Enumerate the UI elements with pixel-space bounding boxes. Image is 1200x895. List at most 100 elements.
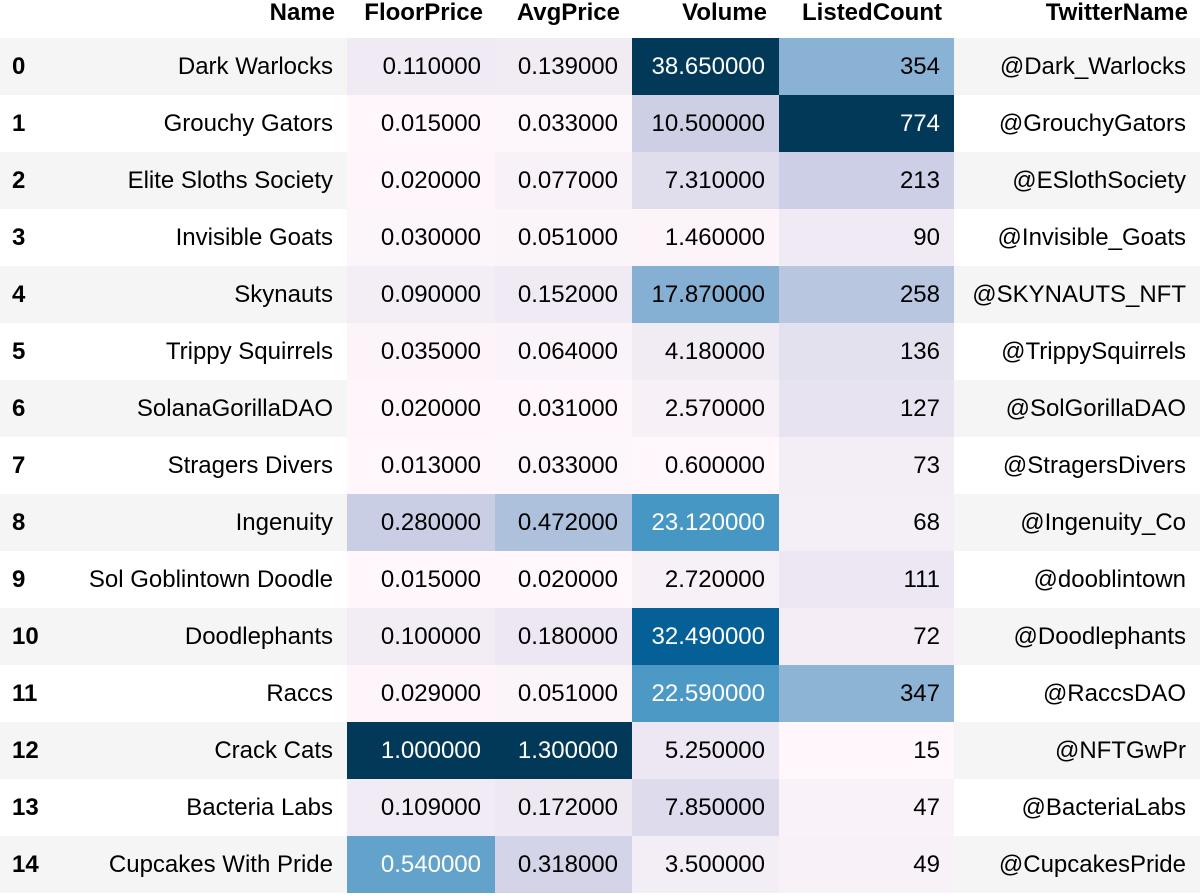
table-row: 9 Sol Goblintown Doodle 0.015000 0.020000 2.… bbox=[0, 551, 1200, 608]
table-body: 0 Dark Warlocks 0.110000 0.139000 38.650000 3… bbox=[0, 38, 1200, 893]
name-cell: Doodlephants bbox=[184, 622, 333, 650]
table-row: 13 Bacteria Labs 0.109000 0.172000 7.850000 4… bbox=[0, 779, 1200, 836]
row-index: 14 bbox=[12, 850, 39, 878]
volume-cell: 32.490000 bbox=[632, 608, 779, 665]
table-row: 6 SolanaGorillaDAO 0.020000 0.031000 2.57000… bbox=[0, 380, 1200, 437]
volume-cell: 2.570000 bbox=[632, 380, 779, 437]
twittername-cell: @Ingenuity_Co bbox=[1020, 508, 1186, 536]
avgprice-cell: 0.033000 bbox=[495, 95, 632, 152]
avgprice-cell: 0.180000 bbox=[495, 608, 632, 665]
row-index: 12 bbox=[12, 736, 39, 764]
floorprice-cell: 0.020000 bbox=[347, 380, 495, 437]
twittername-cell: @GrouchyGators bbox=[998, 109, 1186, 137]
row-index: 2 bbox=[12, 166, 26, 194]
twittername-cell: @Invisible_Goats bbox=[997, 223, 1186, 251]
row-index: 8 bbox=[12, 508, 26, 536]
header-index-blank bbox=[0, 0, 57, 38]
avgprice-cell: 0.152000 bbox=[495, 266, 632, 323]
floorprice-cell: 0.020000 bbox=[347, 152, 495, 209]
listedcount-cell: 136 bbox=[779, 323, 954, 380]
floorprice-cell: 0.030000 bbox=[347, 209, 495, 266]
name-cell: Elite Sloths Society bbox=[127, 166, 333, 194]
avgprice-cell: 0.020000 bbox=[495, 551, 632, 608]
twittername-cell: @Dark_Warlocks bbox=[999, 52, 1186, 80]
table-row: 5 Trippy Squirrels 0.035000 0.064000 4.18000… bbox=[0, 323, 1200, 380]
floorprice-cell: 0.090000 bbox=[347, 266, 495, 323]
table-row: 4 Skynauts 0.090000 0.152000 17.870000 258 @SK… bbox=[0, 266, 1200, 323]
volume-cell: 1.460000 bbox=[632, 209, 779, 266]
header-twittername: TwitterName bbox=[954, 0, 1200, 38]
avgprice-cell: 0.172000 bbox=[495, 779, 632, 836]
table-row: 12 Crack Cats 1.000000 1.300000 5.250000 15 @N… bbox=[0, 722, 1200, 779]
table-header: Name FloorPrice AvgPrice Volume ListedCo… bbox=[0, 0, 1200, 38]
floorprice-cell: 0.280000 bbox=[347, 494, 495, 551]
avgprice-cell: 0.139000 bbox=[495, 38, 632, 95]
avgprice-cell: 0.472000 bbox=[495, 494, 632, 551]
data-table: Name FloorPrice AvgPrice Volume ListedCo… bbox=[0, 0, 1200, 893]
table-row: 1 Grouchy Gators 0.015000 0.033000 10.500000… bbox=[0, 95, 1200, 152]
avgprice-cell: 0.033000 bbox=[495, 437, 632, 494]
listedcount-cell: 774 bbox=[779, 95, 954, 152]
row-index: 6 bbox=[12, 394, 26, 422]
listedcount-cell: 68 bbox=[779, 494, 954, 551]
avgprice-cell: 0.051000 bbox=[495, 209, 632, 266]
header-avgprice: AvgPrice bbox=[495, 0, 632, 38]
volume-cell: 38.650000 bbox=[632, 38, 779, 95]
row-index: 11 bbox=[12, 679, 38, 707]
table-row: 10 Doodlephants 0.100000 0.180000 32.490000 7… bbox=[0, 608, 1200, 665]
twittername-cell: @NFTGwPr bbox=[1054, 736, 1186, 764]
twittername-cell: @SKYNAUTS_NFT bbox=[972, 280, 1186, 308]
name-cell: SolanaGorillaDAO bbox=[136, 394, 333, 422]
name-cell: Invisible Goats bbox=[175, 223, 333, 251]
floorprice-cell: 0.015000 bbox=[347, 551, 495, 608]
twittername-cell: @CupcakesPride bbox=[998, 850, 1186, 878]
floorprice-cell: 0.100000 bbox=[347, 608, 495, 665]
name-cell: Crack Cats bbox=[214, 736, 333, 764]
listedcount-cell: 73 bbox=[779, 437, 954, 494]
volume-cell: 0.600000 bbox=[632, 437, 779, 494]
avgprice-cell: 0.318000 bbox=[495, 836, 632, 893]
avgprice-cell: 0.064000 bbox=[495, 323, 632, 380]
row-index: 7 bbox=[12, 451, 26, 479]
listedcount-cell: 258 bbox=[779, 266, 954, 323]
name-cell: Stragers Divers bbox=[167, 451, 333, 479]
floorprice-cell: 0.013000 bbox=[347, 437, 495, 494]
row-index: 4 bbox=[12, 280, 26, 308]
name-cell: Cupcakes With Pride bbox=[108, 850, 333, 878]
name-cell: Dark Warlocks bbox=[177, 52, 333, 80]
twittername-cell: @SolGorillaDAO bbox=[1005, 394, 1186, 422]
floorprice-cell: 0.540000 bbox=[347, 836, 495, 893]
listedcount-cell: 111 bbox=[779, 551, 954, 608]
name-cell: Sol Goblintown Doodle bbox=[88, 565, 333, 593]
volume-cell: 4.180000 bbox=[632, 323, 779, 380]
name-cell: Bacteria Labs bbox=[186, 793, 333, 821]
listedcount-cell: 15 bbox=[779, 722, 954, 779]
listedcount-cell: 213 bbox=[779, 152, 954, 209]
twittername-cell: @BacteriaLabs bbox=[1021, 793, 1186, 821]
listedcount-cell: 347 bbox=[779, 665, 954, 722]
twittername-cell: @Doodlephants bbox=[1013, 622, 1186, 650]
header-name: Name bbox=[57, 0, 347, 38]
listedcount-cell: 90 bbox=[779, 209, 954, 266]
avgprice-cell: 1.300000 bbox=[495, 722, 632, 779]
floorprice-cell: 0.035000 bbox=[347, 323, 495, 380]
row-index: 0 bbox=[12, 52, 26, 80]
volume-cell: 17.870000 bbox=[632, 266, 779, 323]
twittername-cell: @ESlothSociety bbox=[1012, 166, 1186, 194]
row-index: 1 bbox=[12, 109, 26, 137]
header-floorprice: FloorPrice bbox=[347, 0, 495, 38]
volume-cell: 7.310000 bbox=[632, 152, 779, 209]
volume-cell: 3.500000 bbox=[632, 836, 779, 893]
header-volume: Volume bbox=[632, 0, 779, 38]
name-cell: Ingenuity bbox=[235, 508, 333, 536]
twittername-cell: @RaccsDAO bbox=[1042, 679, 1186, 707]
floorprice-cell: 0.015000 bbox=[347, 95, 495, 152]
floorprice-cell: 1.000000 bbox=[347, 722, 495, 779]
listedcount-cell: 49 bbox=[779, 836, 954, 893]
avgprice-cell: 0.031000 bbox=[495, 380, 632, 437]
table-row: 7 Stragers Divers 0.013000 0.033000 0.600000… bbox=[0, 437, 1200, 494]
floorprice-cell: 0.029000 bbox=[347, 665, 495, 722]
twittername-cell: @StragersDivers bbox=[1002, 451, 1186, 479]
name-cell: Trippy Squirrels bbox=[165, 337, 333, 365]
table-row: 14 Cupcakes With Pride 0.540000 0.318000 3.5… bbox=[0, 836, 1200, 893]
